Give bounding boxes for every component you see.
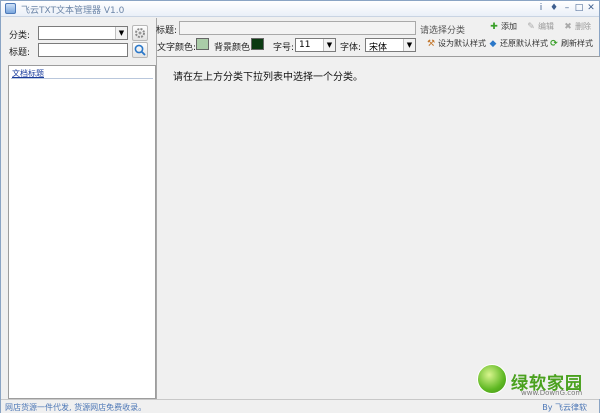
delete-button[interactable]: ✖ 删除 — [563, 20, 591, 34]
font-face-value: 宋体 — [369, 43, 388, 53]
chevron-down-icon: ▼ — [323, 39, 335, 51]
category-label: 分类: — [9, 31, 31, 41]
edit-button-label: 编辑 — [538, 22, 554, 31]
category-settings-button[interactable] — [132, 25, 148, 41]
refresh-icon: ⟳ — [550, 39, 558, 49]
content-hint: 请在左上方分类下拉列表中选择一个分类。 — [173, 72, 363, 83]
status-author[interactable]: By 飞云律软 — [542, 402, 587, 413]
set-default-style-label: 设为默认样式 — [438, 39, 486, 48]
font-face-label: 字体: — [340, 43, 362, 53]
restore-default-style-button[interactable]: ◆ 还原默认样式 — [488, 37, 548, 51]
title-search-label: 标题: — [9, 48, 31, 58]
document-list-header[interactable]: 文档标题 — [11, 68, 153, 79]
wrench-icon: ⚒ — [426, 39, 436, 49]
app-icon — [5, 3, 16, 14]
select-category-hint: 请选择分类 — [420, 26, 466, 36]
status-bar: 网店货源一件代发, 货源网店免费收录。 By 飞云律软 — [1, 399, 599, 413]
minimize-button[interactable]: – — [561, 3, 573, 14]
delete-button-label: 删除 — [575, 22, 591, 31]
document-list[interactable]: 文档标题 — [8, 65, 156, 399]
status-left-link[interactable]: 网店货源一件代发, 货源网店免费收录。 — [5, 402, 146, 413]
pencil-icon: ✎ — [527, 22, 535, 32]
font-size-select[interactable]: 11 ▼ — [295, 38, 336, 52]
edit-button[interactable]: ✎ 编辑 — [526, 20, 554, 34]
gear-icon — [135, 28, 145, 38]
bg-color-swatch[interactable] — [251, 38, 264, 50]
title-search-input[interactable] — [38, 43, 128, 57]
category-select[interactable]: ▼ — [38, 26, 128, 40]
refresh-style-label: 刷新样式 — [561, 39, 593, 48]
app-window: 飞云TXT文本管理器 V1.0 i ♦ – □ ✕ 分类: ▼ 标题: 文档标题… — [0, 0, 600, 413]
plus-icon: ✚ — [490, 22, 498, 32]
skin-icon[interactable]: ♦ — [548, 3, 560, 14]
font-size-value: 11 — [299, 40, 311, 50]
font-face-select[interactable]: 宋体 ▼ — [365, 38, 416, 53]
add-button-label: 添加 — [501, 22, 517, 31]
doc-title-input[interactable] — [179, 21, 416, 35]
window-title: 飞云TXT文本管理器 V1.0 — [21, 6, 125, 16]
add-button[interactable]: ✚ 添加 — [489, 20, 517, 34]
chevron-down-icon: ▼ — [403, 39, 415, 51]
title-bar[interactable]: 飞云TXT文本管理器 V1.0 i ♦ – □ ✕ — [1, 1, 599, 17]
text-color-swatch[interactable] — [196, 38, 209, 50]
downg-logo-icon — [477, 364, 507, 394]
search-button[interactable] — [132, 42, 148, 58]
refresh-style-button[interactable]: ⟳ 刷新样式 — [549, 37, 593, 51]
doc-title-label: 标题: — [156, 26, 178, 36]
bg-color-label: 背景颜色: — [214, 43, 254, 53]
search-icon — [134, 44, 146, 56]
maximize-button[interactable]: □ — [573, 3, 585, 14]
diamond-icon: ◆ — [489, 39, 497, 49]
document-content-area[interactable]: 请在左上方分类下拉列表中选择一个分类。 — [157, 56, 600, 399]
restore-default-style-label: 还原默认样式 — [500, 39, 548, 48]
close-button[interactable]: ✕ — [585, 3, 597, 14]
font-size-label: 字号: — [273, 43, 295, 53]
chevron-down-icon: ▼ — [115, 27, 127, 39]
set-default-style-button[interactable]: ⚒ 设为默认样式 — [426, 37, 486, 51]
text-color-label: 文字颜色: — [157, 43, 197, 53]
info-icon[interactable]: i — [535, 3, 547, 14]
delete-icon: ✖ — [564, 22, 572, 32]
watermark-url: www.DownG.com — [521, 389, 583, 397]
